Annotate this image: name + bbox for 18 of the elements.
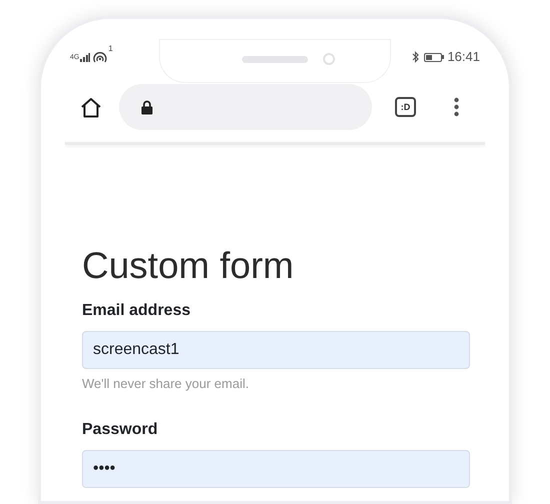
badge-count: 1 [108, 45, 113, 53]
bluetooth-icon [412, 51, 420, 63]
signal-icon [80, 52, 90, 62]
menu-icon[interactable] [454, 97, 459, 117]
input-field[interactable]: •••• [82, 450, 470, 488]
lock-icon [141, 100, 153, 114]
field-label: Password [82, 420, 159, 440]
hotspot-icon [93, 51, 108, 63]
battery-icon [424, 52, 444, 62]
input-field[interactable]: screencast1 [82, 331, 470, 369]
home-icon[interactable] [80, 96, 102, 118]
page-title: Custom form [82, 245, 295, 287]
clock-time: 16:41 [447, 48, 480, 66]
field-label: Email address [82, 301, 192, 321]
camera-icon [323, 53, 335, 65]
speaker-icon [242, 56, 308, 63]
tab-switcher-button[interactable]: :D [395, 97, 416, 117]
hint-text: We'll never share your email. [82, 375, 250, 393]
